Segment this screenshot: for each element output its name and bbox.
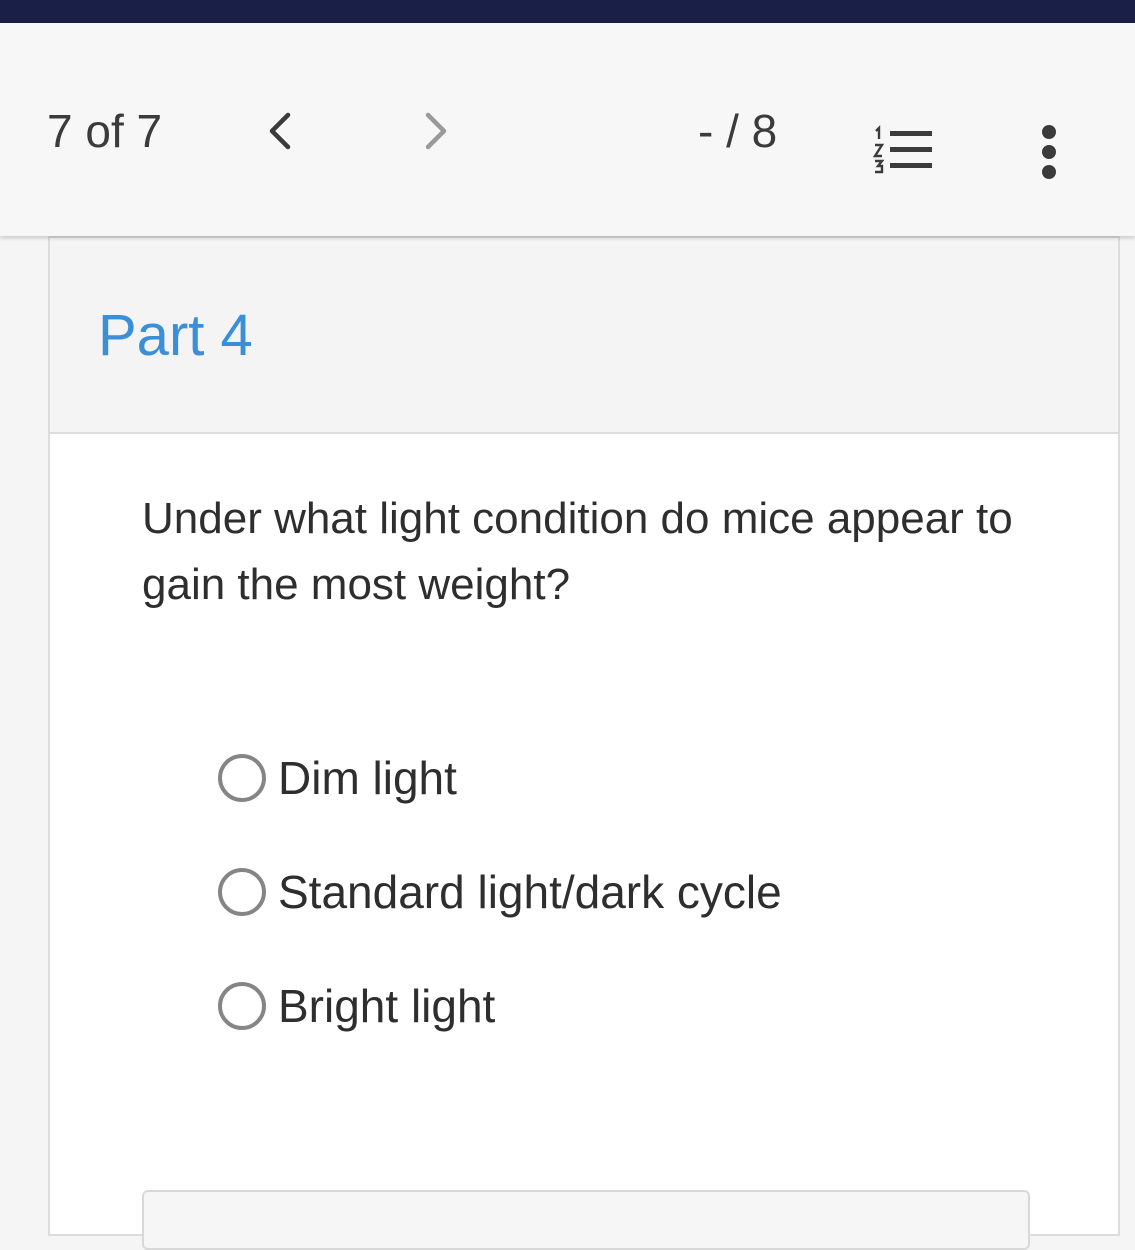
previous-question-button[interactable]	[258, 109, 302, 153]
radio-button[interactable]	[218, 754, 266, 802]
option-label: Bright light	[278, 980, 496, 1032]
numbered-list-icon	[872, 125, 932, 174]
next-question-button[interactable]	[414, 109, 458, 153]
option-standard-light-dark-cycle[interactable]: Standard light/dark cycle	[218, 864, 782, 920]
chevron-right-icon	[425, 112, 447, 150]
option-dim-light[interactable]: Dim light	[218, 750, 457, 806]
chevron-left-icon	[269, 112, 291, 150]
more-options-button[interactable]	[1028, 123, 1070, 185]
option-label: Standard light/dark cycle	[278, 866, 782, 918]
question-card: Part 4 Under what light condition do mic…	[48, 236, 1120, 1250]
part-title: Part 4	[98, 303, 253, 368]
radio-button[interactable]	[218, 982, 266, 1030]
more-vertical-icon	[1042, 125, 1056, 179]
option-bright-light[interactable]: Bright light	[218, 978, 495, 1034]
question-list-button[interactable]	[870, 123, 936, 183]
option-label: Dim light	[278, 752, 457, 804]
score-display: - / 8	[698, 105, 778, 157]
part-header: Part 4	[50, 238, 1118, 434]
question-nav-header: 7 of 7 - / 8	[0, 23, 1135, 236]
answer-feedback-box	[142, 1190, 1030, 1250]
question-text: Under what light condition do mice appea…	[142, 494, 1013, 609]
top-bar	[0, 0, 1135, 23]
question-counter: 7 of 7	[47, 105, 163, 157]
radio-button[interactable]	[218, 868, 266, 916]
